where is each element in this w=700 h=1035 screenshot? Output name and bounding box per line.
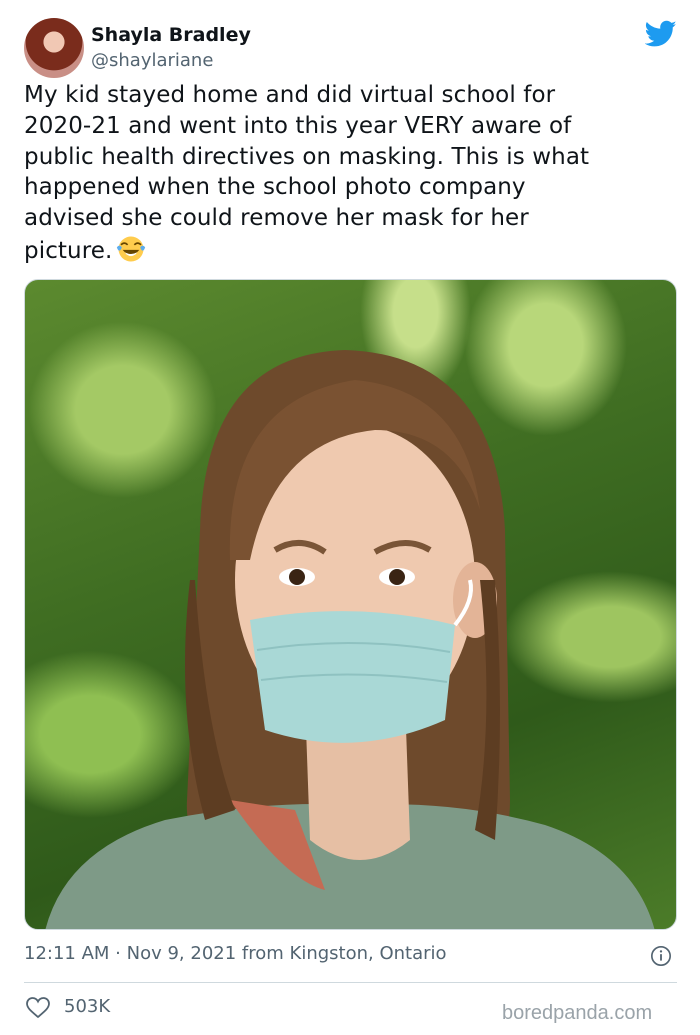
girl-with-mask-illustration (45, 350, 655, 929)
info-icon[interactable] (650, 945, 672, 967)
divider (24, 982, 677, 983)
tweet-time[interactable]: 12:11 AM (24, 943, 109, 964)
tweet-date[interactable]: Nov 9, 2021 (127, 943, 237, 964)
watermark: boredpanda.com (502, 1002, 653, 1024)
twitter-bird-icon[interactable] (645, 20, 677, 48)
tweet-photo[interactable] (24, 279, 677, 930)
heart-icon[interactable] (26, 997, 50, 1019)
tweet-meta: 12:11 AM · Nov 9, 2021 from Kingston, On… (24, 942, 447, 966)
meta-separator: · (109, 943, 127, 964)
tears-of-joy-emoji-icon (117, 236, 146, 262)
author-handle[interactable]: @shaylariane (91, 49, 213, 73)
author-name[interactable]: Shayla Bradley (91, 22, 251, 48)
avatar[interactable] (24, 18, 84, 78)
like-count[interactable]: 503K (64, 995, 110, 1019)
tweet-location: from Kingston, Ontario (236, 943, 447, 964)
tweet-text-body: My kid stayed home and did virtual schoo… (24, 82, 590, 264)
tweet-text: My kid stayed home and did virtual schoo… (24, 80, 674, 267)
